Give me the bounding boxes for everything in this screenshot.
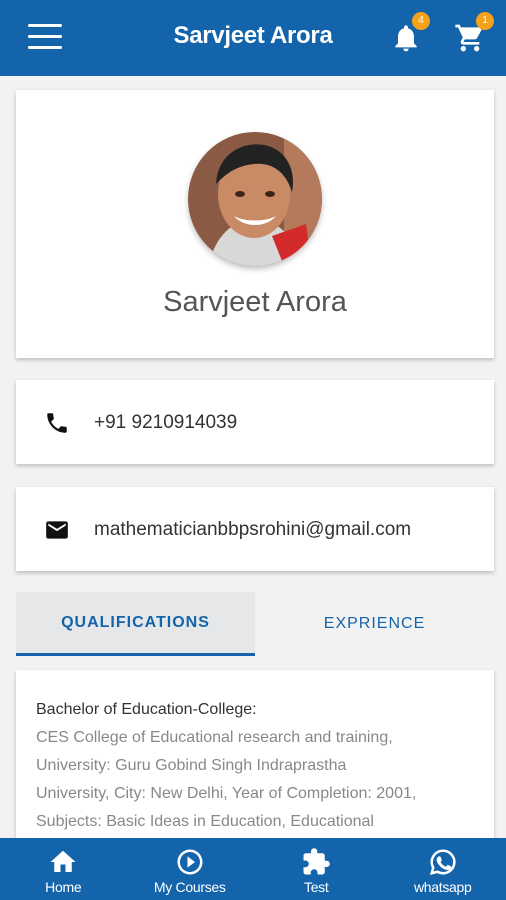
cart-button[interactable]: 1: [454, 12, 494, 54]
qualification-line: University, City: New Delhi, Year of Com…: [36, 785, 417, 802]
phone-card[interactable]: +91 9210914039: [16, 380, 494, 464]
nav-test-label: Test: [304, 879, 329, 895]
phone-icon: [47, 413, 67, 433]
puzzle-icon: [303, 848, 330, 875]
email-address: mathematicianbbpsrohini@gmail.com: [94, 519, 412, 540]
page-title: Sarvjeet Arora: [173, 22, 333, 49]
profile-name: Sarvjeet Arora: [163, 286, 347, 318]
nav-my-courses-label: My Courses: [153, 879, 226, 895]
play-circle-icon: [177, 849, 203, 875]
nav-home-label: Home: [45, 879, 82, 895]
nav-home[interactable]: Home: [0, 838, 127, 900]
qualification-line: University: Guru Gobind Singh Indraprast…: [36, 757, 347, 774]
qualification-line: CES College of Educational research and …: [36, 729, 393, 746]
email-icon: [46, 521, 68, 539]
qualification-title: Bachelor of Education-College:: [36, 701, 257, 718]
home-icon: [50, 850, 76, 872]
nav-my-courses[interactable]: My Courses: [127, 838, 254, 900]
cart-count-badge: 1: [476, 12, 494, 30]
nav-test[interactable]: Test: [253, 838, 380, 900]
nav-whatsapp-label: whatsapp: [413, 879, 472, 895]
notifications-button[interactable]: 4: [390, 12, 430, 54]
tab-qualifications[interactable]: QUALIFICATIONS: [16, 592, 255, 656]
profile-tabs: QUALIFICATIONS EXPRIENCE: [16, 592, 494, 656]
notification-count-badge: 4: [412, 12, 430, 30]
tab-experience[interactable]: EXPRIENCE: [255, 592, 494, 656]
qualification-line: Subjects: Basic Ideas in Education, Educ…: [36, 813, 374, 830]
nav-whatsapp[interactable]: whatsapp: [380, 838, 506, 900]
avatar: [188, 132, 322, 266]
qualification-card: Bachelor of Education-College: CES Colle…: [16, 670, 494, 850]
bottom-nav: Home My Courses Test whatsapp: [0, 838, 506, 900]
profile-card: Sarvjeet Arora: [16, 90, 494, 358]
email-card[interactable]: mathematicianbbpsrohini@gmail.com: [16, 487, 494, 571]
phone-number: +91 9210914039: [94, 412, 238, 433]
whatsapp-icon: [429, 849, 456, 876]
app-bar: Sarvjeet Arora 4 1: [0, 0, 506, 76]
